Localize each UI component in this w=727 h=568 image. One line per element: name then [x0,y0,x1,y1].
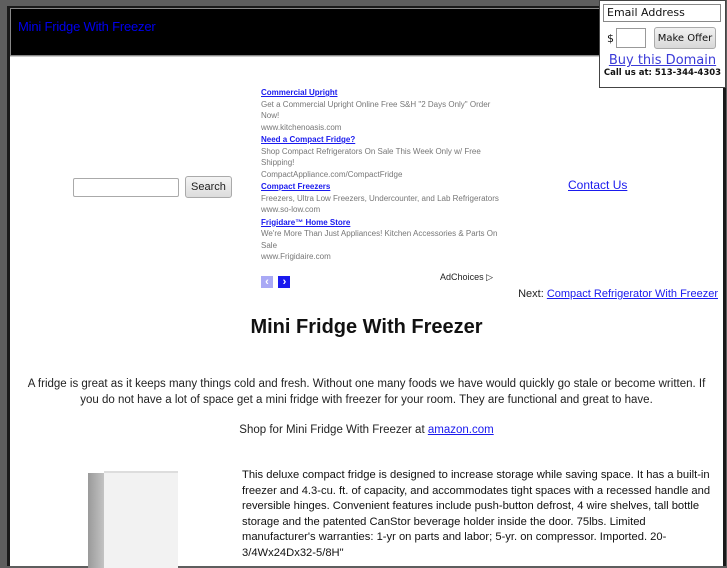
call-us-text: Call us at: 513-344-4303 [603,68,722,78]
ad-title-link[interactable]: Commercial Upright [261,87,501,99]
chevron-left-icon[interactable]: ‹ [261,276,273,288]
email-field[interactable]: Email Address [603,4,721,22]
ad-item: Need a Compact Fridge? Shop Compact Refr… [261,134,501,180]
adchoices-link[interactable]: AdChoices ▷ [440,272,493,283]
ad-navigation: ‹ › AdChoices ▷ [261,272,493,288]
offer-amount-input[interactable] [616,28,646,48]
currency-symbol: $ [607,32,614,45]
shop-line: Shop for Mini Fridge With Freezer at ama… [10,424,723,436]
ad-description: Shop Compact Refrigerators On Sale This … [261,146,481,168]
shop-prefix: Shop for Mini Fridge With Freezer at [239,424,428,436]
page-title: Mini Fridge With Freezer [250,316,483,338]
ad-url: www.Frigidaire.com [261,252,331,261]
search-input[interactable] [73,177,179,197]
ad-url: www.kitchenoasis.com [261,122,342,132]
domain-offer-box: Email Address $ Make Offer Buy this Doma… [599,0,726,88]
page-container: Mini Fridge With Freezer Search Commerci… [7,6,726,568]
next-article-link[interactable]: Compact Refrigerator With Freezer [547,288,718,300]
fridge-front-shape [104,471,178,568]
ad-url: CompactAppliance.com/CompactFridge [261,169,403,179]
search-button[interactable]: Search [185,176,232,198]
make-offer-button[interactable]: Make Offer [654,27,716,49]
chevron-right-icon[interactable]: › [278,276,291,288]
ad-title-link[interactable]: Frigidare™ Home Store [261,217,501,229]
product-image[interactable] [88,465,183,568]
amazon-link[interactable]: amazon.com [428,424,494,436]
intro-paragraph: A fridge is great as it keeps many thing… [27,378,706,406]
ad-description: Get a Commercial Upright Online Free S&H… [261,99,491,121]
contact-us-link[interactable]: Contact Us [568,178,627,192]
ad-description: We're More Than Just Appliances! Kitchen… [261,229,498,250]
product-description: This deluxe compact fridge is designed t… [242,469,711,559]
search-form: Search [73,176,232,198]
buy-domain-link[interactable]: Buy this Domain [600,53,725,68]
ad-title-link[interactable]: Need a Compact Fridge? [261,134,501,146]
ad-item: Frigidare™ Home Store We're More Than Ju… [261,217,501,263]
next-prefix: Next: [518,288,547,300]
ad-item: Commercial Upright Get a Commercial Upri… [261,87,501,133]
ad-item: Compact Freezers Freezers, Ultra Low Fre… [261,181,501,216]
ad-block: Commercial Upright Get a Commercial Upri… [261,86,501,263]
ad-description: Freezers, Ultra Low Freezers, Undercount… [261,193,499,203]
ad-url: www.so-low.com [261,205,321,214]
ad-title-link[interactable]: Compact Freezers [261,181,501,193]
site-title-link[interactable]: Mini Fridge With Freezer [18,19,156,34]
next-article: Next: Compact Refrigerator With Freezer [518,288,718,300]
